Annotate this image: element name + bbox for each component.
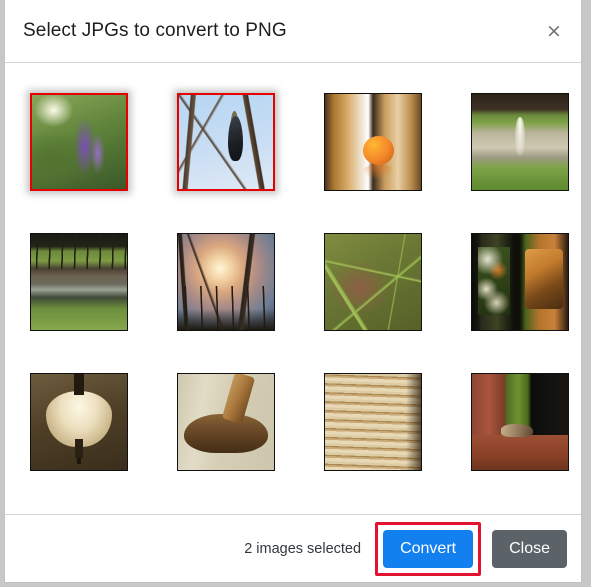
thumbnail-12[interactable] xyxy=(471,373,569,471)
thumbnail-7[interactable] xyxy=(324,233,422,331)
thumbnail-artwork xyxy=(472,234,568,330)
thumbnail-5[interactable] xyxy=(30,233,128,331)
dialog-footer: 2 images selected Convert Close xyxy=(5,514,581,582)
thumbnail-artwork xyxy=(325,234,421,330)
thumbnail-artwork xyxy=(31,374,127,470)
thumbnail-11[interactable] xyxy=(324,373,422,471)
thumbnail-image xyxy=(30,233,128,331)
thumbnail-artwork xyxy=(179,95,273,189)
thumbnail-6[interactable] xyxy=(177,233,275,331)
thumbnail-10[interactable] xyxy=(177,373,275,471)
thumbnail-1[interactable] xyxy=(30,93,128,191)
close-button[interactable]: Close xyxy=(492,529,567,568)
status-badge: 2 images selected xyxy=(244,540,362,557)
thumbnail-4[interactable] xyxy=(471,93,569,191)
thumbnail-image xyxy=(324,93,422,191)
thumbnail-image xyxy=(471,373,569,471)
thumbnail-artwork xyxy=(325,94,421,190)
thumbnail-image xyxy=(471,233,569,331)
thumbnail-grid xyxy=(5,93,581,513)
thumbnail-artwork xyxy=(32,95,126,189)
image-picker-dialog: Select JPGs to convert to PNG × 2 images… xyxy=(4,0,582,583)
thumbnail-image xyxy=(471,93,569,191)
thumbnail-artwork xyxy=(178,374,274,470)
dialog-header: Select JPGs to convert to PNG × xyxy=(5,0,581,63)
thumbnail-9[interactable] xyxy=(30,373,128,471)
thumbnail-image xyxy=(177,233,275,331)
thumbnail-artwork xyxy=(31,234,127,330)
thumbnail-artwork xyxy=(472,94,568,190)
thumbnail-artwork xyxy=(178,234,274,330)
dialog-body xyxy=(5,63,581,514)
thumbnail-3[interactable] xyxy=(324,93,422,191)
thumbnail-image xyxy=(177,93,275,191)
thumbnail-image xyxy=(177,373,275,471)
thumbnail-2[interactable] xyxy=(177,93,275,191)
close-icon[interactable]: × xyxy=(541,18,567,44)
thumbnail-image xyxy=(30,93,128,191)
convert-button[interactable]: Convert xyxy=(383,529,474,568)
thumbnail-8[interactable] xyxy=(471,233,569,331)
thumbnail-artwork xyxy=(472,374,568,470)
page-title: Select JPGs to convert to PNG xyxy=(23,20,287,41)
thumbnail-image xyxy=(30,373,128,471)
convert-button-highlight: Convert xyxy=(375,521,482,576)
thumbnail-image xyxy=(324,233,422,331)
thumbnail-artwork xyxy=(325,374,421,470)
thumbnail-image xyxy=(324,373,422,471)
